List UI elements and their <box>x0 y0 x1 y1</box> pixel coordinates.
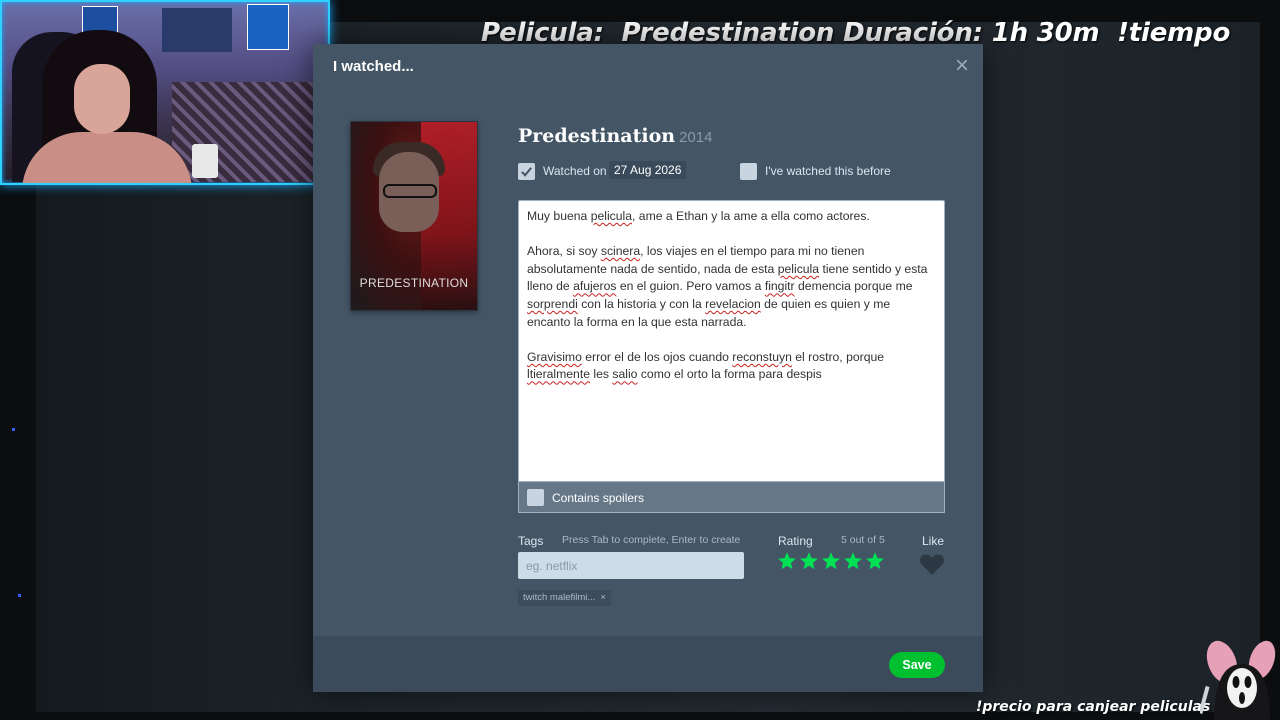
watched-on-label: Watched on <box>543 164 607 178</box>
webcam-glass <box>192 144 218 178</box>
review-textarea[interactable]: Muy buena pelicula, ame a Ethan y la ame… <box>518 200 945 482</box>
webcam-person-face <box>74 64 130 134</box>
watched-before-label: I've watched this before <box>765 164 891 178</box>
dialog-footer <box>313 636 983 692</box>
dialog-title: I watched... <box>333 58 414 75</box>
decorative-dot <box>12 428 15 431</box>
rating-value-text: 5 out of 5 <box>841 534 885 546</box>
poster-glasses <box>383 184 437 198</box>
close-icon[interactable]: × <box>955 54 969 78</box>
log-film-dialog: I watched... × PREDESTINATION Predestina… <box>313 44 983 692</box>
review-paragraph: Ahora, si soy scinera, los viajes en el … <box>527 244 928 329</box>
like-label: Like <box>922 534 945 548</box>
remove-tag-icon[interactable]: × <box>600 592 606 603</box>
webcam-wall-poster <box>247 4 289 50</box>
stream-bottom-overlay: !precio para canjear peliculas <box>976 699 1211 715</box>
film-title: Predestination 2014 <box>518 125 712 147</box>
film-poster: PREDESTINATION <box>351 122 477 310</box>
tag-chip-label: twitch malefilmi... <box>523 592 596 603</box>
star-icon[interactable] <box>821 551 841 571</box>
rating-label: Rating <box>778 534 813 548</box>
film-title-text: Predestination <box>518 125 676 147</box>
save-button[interactable]: Save <box>889 652 945 678</box>
poster-title: PREDESTINATION <box>359 276 469 290</box>
star-icon[interactable] <box>843 551 863 571</box>
contains-spoilers-label: Contains spoilers <box>552 491 645 505</box>
star-icon[interactable] <box>777 551 797 571</box>
webcam-wall-poster <box>162 8 232 52</box>
review-paragraph: Muy buena pelicula, ame a Ethan y la ame… <box>527 209 870 223</box>
ghostface-mascot-icon <box>1200 640 1276 720</box>
star-icon[interactable] <box>865 551 885 571</box>
watched-on-checkbox[interactable] <box>518 163 535 180</box>
tag-chip[interactable]: twitch malefilmi... × <box>518 590 611 606</box>
contains-spoilers-checkbox[interactable] <box>527 489 544 506</box>
checkmark-icon <box>521 167 532 177</box>
heart-icon[interactable] <box>919 552 945 576</box>
watched-date[interactable]: 27 Aug 2026 <box>609 161 687 179</box>
decorative-dot <box>18 594 21 597</box>
review-paragraph: Gravisimo error el de los ojos cuando re… <box>527 349 885 382</box>
star-icon[interactable] <box>799 551 819 571</box>
tags-hint: Press Tab to complete, Enter to create <box>562 534 741 546</box>
watched-before-checkbox[interactable] <box>740 163 757 180</box>
star-rating[interactable] <box>777 551 885 571</box>
spoilers-bar: Contains spoilers <box>518 482 945 513</box>
film-year[interactable]: 2014 <box>679 129 712 146</box>
tags-input[interactable] <box>518 552 744 579</box>
webcam-overlay <box>0 0 330 185</box>
tags-label: Tags <box>518 534 544 548</box>
